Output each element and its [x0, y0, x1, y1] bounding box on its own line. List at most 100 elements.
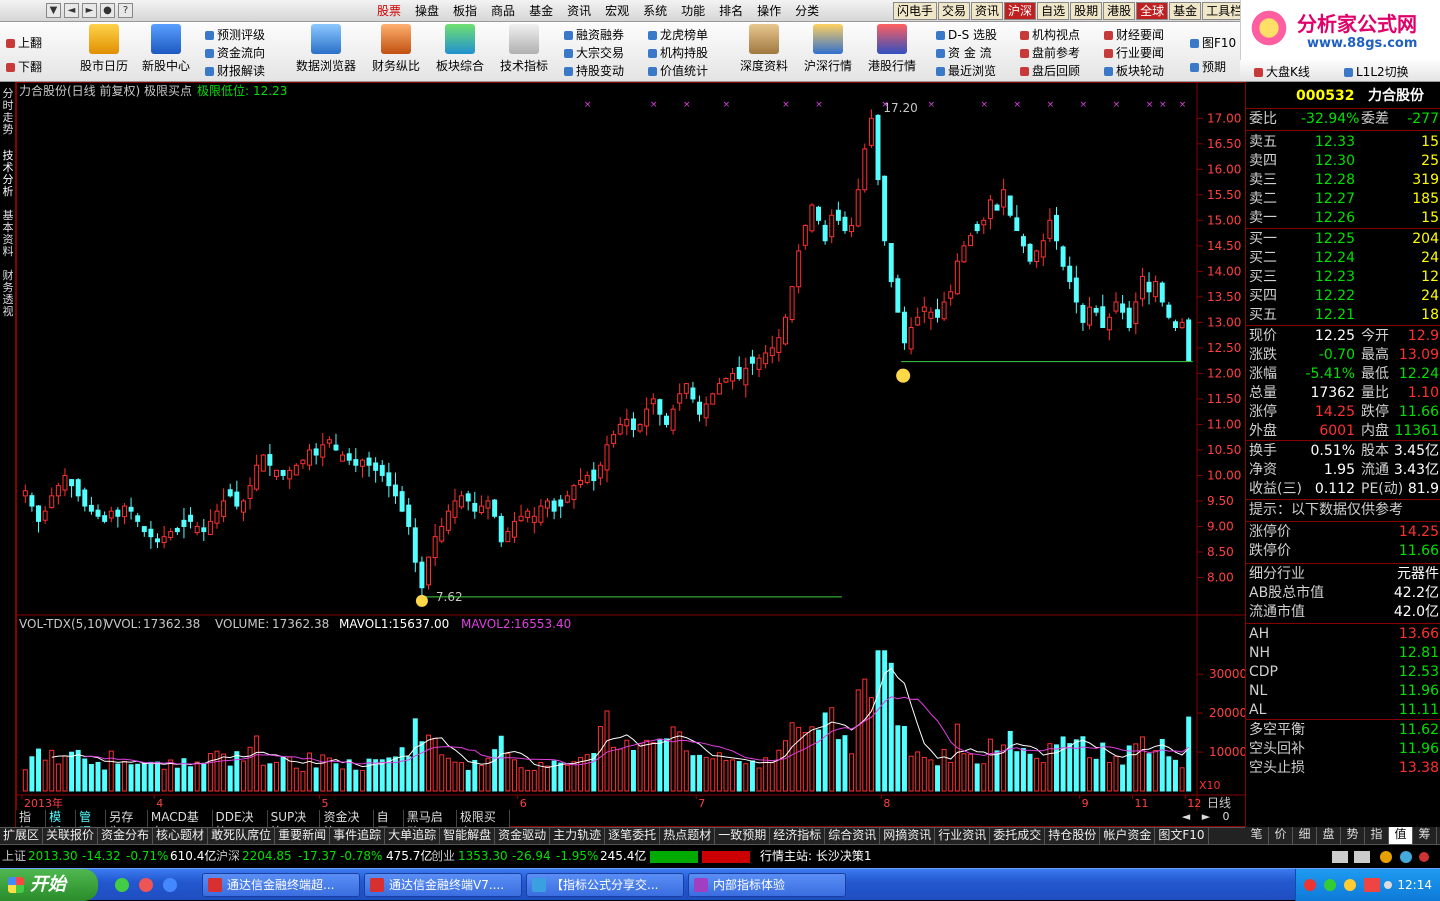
- quote-tab[interactable]: 值: [1389, 827, 1413, 844]
- ds-stock-picker-link[interactable]: D-S 选股: [936, 26, 997, 43]
- task-indicator[interactable]: 内部指标体验: [688, 873, 846, 897]
- expand-tab[interactable]: 持仓股份: [1045, 828, 1101, 844]
- server-status[interactable]: 行情主站: 长沙决策1: [760, 845, 872, 867]
- prev-icon[interactable]: ◄: [1176, 810, 1196, 827]
- forecast-rating-link[interactable]: 预测评级: [205, 26, 265, 43]
- tab-technical[interactable]: 技术分析: [1, 150, 15, 198]
- hot-hk[interactable]: 港股: [1103, 2, 1136, 20]
- hot-global[interactable]: 全球: [1136, 2, 1169, 20]
- f10-button[interactable]: 图F10: [1190, 34, 1236, 51]
- tab-extreme-buy[interactable]: 极限买点: [457, 810, 510, 839]
- hot-futures[interactable]: 股期: [1070, 2, 1103, 20]
- l1l2-switch-button[interactable]: L1L2切换: [1344, 63, 1409, 80]
- tab-intraday[interactable]: 分时走势: [1, 88, 15, 136]
- institution-view-link[interactable]: 机构视点: [1020, 26, 1080, 43]
- menu-system[interactable]: 系统: [636, 2, 674, 20]
- menu-trade[interactable]: 操盘: [408, 2, 446, 20]
- menu-news[interactable]: 资讯: [560, 2, 598, 20]
- expand-tab[interactable]: 大单追踪: [385, 828, 441, 844]
- tab-dde[interactable]: DDE决策: [213, 810, 268, 839]
- capital-flow-link[interactable]: 资金流向: [205, 44, 265, 61]
- quote-tab[interactable]: 筹: [1413, 827, 1437, 844]
- market-calendar-button[interactable]: 股市日历: [78, 24, 130, 74]
- expand-tab[interactable]: 帐户资金: [1100, 828, 1156, 844]
- tab-financial[interactable]: 财务透视: [1, 270, 15, 318]
- expand-tab[interactable]: 热点题材: [660, 828, 716, 844]
- institution-holding-link[interactable]: 机构持股: [648, 44, 708, 61]
- financial-compare-button[interactable]: 财务纵比: [368, 24, 424, 74]
- expand-tab[interactable]: 敢死队席位: [208, 828, 276, 844]
- tab-fund-decision[interactable]: 资金决策: [320, 810, 374, 839]
- dropdown-icon[interactable]: ▼: [46, 3, 61, 18]
- premarket-ref-link[interactable]: 盘前参考: [1020, 44, 1080, 61]
- sector-summary-button[interactable]: 板块综合: [432, 24, 488, 74]
- index-kline-button[interactable]: 大盘K线: [1254, 63, 1310, 80]
- page-up-button[interactable]: 上翻: [6, 34, 42, 51]
- cy-index[interactable]: 1353.30: [458, 845, 508, 867]
- fund-flow-link[interactable]: 资 金 流: [936, 44, 992, 61]
- task-tdx-2[interactable]: 通达信金融终端V7....: [364, 873, 522, 897]
- task-tdx-1[interactable]: 通达信金融终端超...: [202, 873, 360, 897]
- quote-tab[interactable]: 盘: [1317, 827, 1341, 844]
- hot-watchlist[interactable]: 自选: [1037, 2, 1070, 20]
- quote-tab[interactable]: 笔: [1245, 827, 1269, 844]
- dragon-tiger-link[interactable]: 龙虎榜单: [648, 26, 708, 43]
- expand-tab[interactable]: 关联报价: [43, 828, 99, 844]
- quote-tab[interactable]: 细: [1293, 827, 1317, 844]
- expand-tab[interactable]: 扩展区: [0, 828, 44, 844]
- report-analysis-link[interactable]: 财报解读: [205, 62, 265, 79]
- expand-tab[interactable]: 智能解盘: [440, 828, 496, 844]
- ipo-center-button[interactable]: 新股中心: [140, 24, 192, 74]
- shsz-quote-button[interactable]: 沪深行情: [800, 24, 856, 74]
- menu-index[interactable]: 板指: [446, 2, 484, 20]
- postmarket-review-link[interactable]: 盘后回顾: [1020, 62, 1080, 79]
- tab-dark-horse[interactable]: 黑马启动: [404, 810, 457, 839]
- page-down-button[interactable]: 下翻: [6, 58, 42, 75]
- task-forum[interactable]: 【指标公式分享交...: [526, 873, 684, 897]
- data-browser-button[interactable]: 数据浏览器: [294, 24, 358, 74]
- expand-tab[interactable]: 综合资讯: [825, 828, 881, 844]
- expand-tab[interactable]: 经济指标: [770, 828, 826, 844]
- quote-tab[interactable]: 指: [1365, 827, 1389, 844]
- expand-tab[interactable]: 资金驱动: [495, 828, 551, 844]
- hot-fund[interactable]: 基金: [1169, 2, 1202, 20]
- tab-template[interactable]: 模板: [46, 810, 77, 839]
- expand-tab[interactable]: 委托成交: [990, 828, 1046, 844]
- chart-area[interactable]: 力合股份(日线 前复权) 极限买点 极限低位: 12.23 17.00 16.50…: [16, 82, 1246, 827]
- expand-tab[interactable]: 图文F10: [1155, 828, 1209, 844]
- recent-browse-link[interactable]: 最近浏览: [936, 62, 996, 79]
- tab-fundamental[interactable]: 基本资料: [1, 210, 15, 258]
- sector-rotation-link[interactable]: 板块轮动: [1104, 62, 1164, 79]
- tab-macd[interactable]: MACD基本: [148, 810, 213, 839]
- margin-trading-link[interactable]: 融资融券: [564, 26, 624, 43]
- industry-news-link[interactable]: 行业要闻: [1104, 44, 1164, 61]
- hs-index[interactable]: 2204.85: [242, 845, 292, 867]
- sh-index[interactable]: 2013.30: [28, 845, 78, 867]
- hk-quote-button[interactable]: 港股行情: [864, 24, 920, 74]
- forward-icon[interactable]: ►: [82, 3, 97, 18]
- menu-function[interactable]: 功能: [674, 2, 712, 20]
- expand-tab[interactable]: 重要新闻: [275, 828, 331, 844]
- menu-macro[interactable]: 宏观: [598, 2, 636, 20]
- tech-indicator-button[interactable]: 技术指标: [496, 24, 552, 74]
- expand-tab[interactable]: 事件追踪: [330, 828, 386, 844]
- expand-tab[interactable]: 行业资讯: [935, 828, 991, 844]
- expand-tab[interactable]: 主力轨迹: [550, 828, 606, 844]
- block-trade-link[interactable]: 大宗交易: [564, 44, 624, 61]
- menu-operate[interactable]: 操作: [750, 2, 788, 20]
- start-button[interactable]: 开始: [0, 869, 98, 901]
- tab-custom[interactable]: 自用: [374, 810, 404, 839]
- quote-tab[interactable]: 势: [1341, 827, 1365, 844]
- forecast-button[interactable]: 预期: [1190, 58, 1226, 75]
- menu-commodity[interactable]: 商品: [484, 2, 522, 20]
- hot-trade[interactable]: 交易: [938, 2, 971, 20]
- menu-stock[interactable]: 股票: [370, 2, 408, 20]
- expand-tab[interactable]: 网摘资讯: [880, 828, 936, 844]
- deep-data-button[interactable]: 深度资料: [736, 24, 792, 74]
- tab-indicator[interactable]: 指标: [16, 810, 47, 839]
- expand-tab[interactable]: 资金分布: [98, 828, 154, 844]
- record-icon[interactable]: ●: [100, 3, 115, 18]
- tab-save-as[interactable]: 另存为: [106, 810, 148, 839]
- hot-flash-trade[interactable]: 闪电手: [893, 2, 938, 20]
- help-icon[interactable]: ?: [118, 3, 133, 18]
